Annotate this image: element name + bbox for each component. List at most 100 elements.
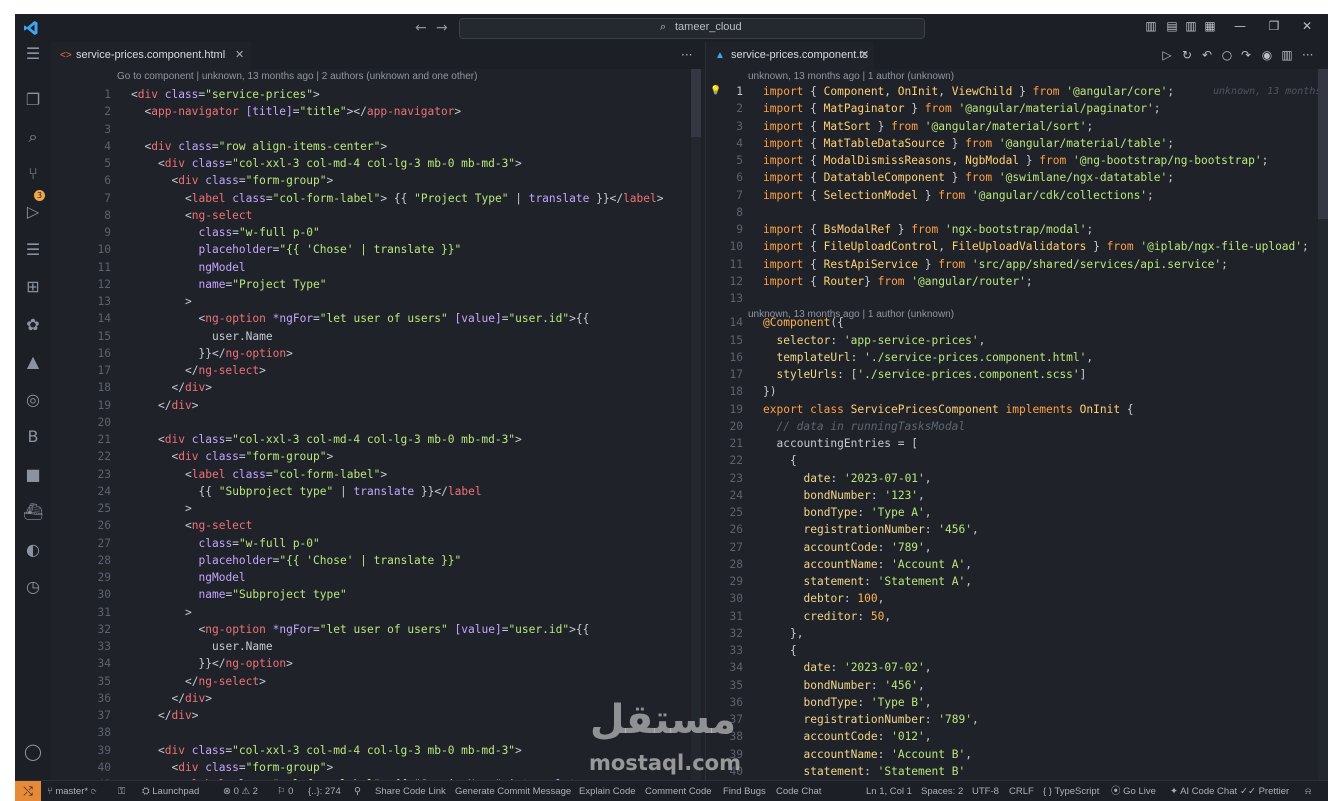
scrollbar-thumb[interactable] [1318,69,1328,219]
explain-code[interactable]: Explain Code [579,781,636,801]
ports-indicator[interactable]: ⚐ 0 [277,781,293,801]
more-actions-icon[interactable]: ··· [681,42,692,69]
code-line[interactable]: 18 </div> [51,379,705,396]
go-live[interactable]: ⦿ Go Live [1111,781,1156,801]
code-line[interactable]: 15 selector: 'app-service-prices', [706,332,1328,349]
code-line[interactable]: 26 <ng-select [51,517,705,534]
generate-commit-message[interactable]: Generate Commit Message [455,781,571,801]
comment-code[interactable]: Comment Code [645,781,712,801]
code-line[interactable]: 35 </ng-select> [51,673,705,690]
html-editor[interactable]: Go to component | unknown, 13 months ago… [51,69,705,780]
testing-icon[interactable]: ☰ [23,240,43,260]
code-line[interactable]: 34 date: '2023-07-02', [706,659,1328,676]
code-line[interactable]: 15 user.Name [51,328,705,345]
code-line[interactable]: 27 accountCode: '789', [706,539,1328,556]
back-arrow-icon[interactable]: ← [415,19,427,37]
code-line[interactable]: 12 name="Project Type" [51,276,705,293]
code-line[interactable]: 23 <label class="col-form-label"> [51,466,705,483]
code-line[interactable]: 36 bondType: 'Type B', [706,694,1328,711]
minimize-icon[interactable]: — [1233,19,1247,33]
docker-icon[interactable]: ⛴ [23,502,43,522]
code-line[interactable]: 19 </div> [51,397,705,414]
split-editor-icon[interactable]: ▥ [1280,48,1294,62]
launchpad[interactable]: ⛭ Launchpad [142,781,199,801]
code-line[interactable]: 4 <div class="row align-items-center"> [51,138,705,155]
code-line[interactable]: 20 // data in runningTasksModal [706,418,1328,435]
close-tab-icon[interactable]: ✕ [860,42,869,69]
code-line[interactable]: 6 import { DatatableComponent } from '@sw… [706,169,1328,186]
code-line[interactable]: 27 class="w-full p-0" [51,535,705,552]
code-line[interactable]: 14 <ng-option *ngFor="let user of users"… [51,310,705,327]
bookmarks-icon[interactable]: B [23,427,43,447]
previous-change-icon[interactable]: ↶ [1200,48,1214,62]
tab-service-prices-ts[interactable]: ▲ service-prices.component.ts ✕ [706,42,874,69]
code-line[interactable]: 4 import { MatTableDataSource } from '@an… [706,135,1328,152]
code-line[interactable]: 25 bondType: 'Type A', [706,504,1328,521]
code-line[interactable]: 40 <div class="form-group"> [51,759,705,776]
video-icon[interactable]: ■ [23,465,43,485]
code-line[interactable]: 22 { [706,452,1328,469]
toggle-secondary-sidebar-icon[interactable]: ▥ [1184,19,1198,33]
code-line[interactable]: 33 user.Name [51,638,705,655]
code-line[interactable]: 8 [706,204,1328,221]
cursor-position[interactable]: Ln 1, Col 1 [866,781,912,801]
code-line[interactable]: 10 import { FileUploadControl, FileUpload… [706,238,1328,255]
compare-icon[interactable]: ○ [1220,48,1234,62]
code-chat[interactable]: Code Chat [776,781,821,801]
run-debug-icon[interactable]: ▷ [23,202,43,222]
ts-editor[interactable]: unknown, 13 months ago | 1 author (unkno… [706,69,1328,780]
close-icon[interactable]: ✕ [1300,19,1314,33]
code-line[interactable]: 3 import { MatSort } from '@angular/mater… [706,118,1328,135]
history-icon[interactable]: ↻ [1180,48,1194,62]
code-line[interactable]: 31 > [51,604,705,621]
code-line[interactable]: 16 templateUrl: './service-prices.compon… [706,349,1328,366]
code-line[interactable]: 32 <ng-option *ngFor="let user of users"… [51,621,705,638]
pin-icon[interactable]: ⚲ [354,781,361,801]
language-mode[interactable]: { } TypeScript [1043,781,1099,801]
scrollbar[interactable] [691,69,701,780]
code-line[interactable]: 28 accountName: 'Account A', [706,556,1328,573]
code-line[interactable]: 38 accountCode: '012', [706,728,1328,745]
angular-icon[interactable]: ▲ [23,352,43,372]
tab-service-prices-html[interactable]: <> service-prices.component.html ✕ [51,42,251,69]
code-line[interactable]: 5 <div class="col-xxl-3 col-md-4 col-lg-… [51,155,705,172]
files-icon[interactable]: ❐ [23,90,43,110]
codelens[interactable]: Go to component | unknown, 13 months ago… [117,69,477,84]
code-line[interactable]: 30 debtor: 100, [706,590,1328,607]
code-line[interactable]: 33 { [706,642,1328,659]
command-center-search[interactable]: ⌕ tameer_cloud [459,18,925,39]
scrollbar-thumb[interactable] [691,69,701,137]
code-line[interactable]: 30 name="Subproject type" [51,586,705,603]
search-icon[interactable]: ⌕ [23,127,43,147]
code-line[interactable]: 17 styleUrls: ['./service-prices.compone… [706,366,1328,383]
code-line[interactable]: 20 [51,414,705,431]
find-bugs[interactable]: Find Bugs [723,781,766,801]
notifications-bell-icon[interactable]: ⍾ [1305,781,1311,801]
code-line[interactable]: 17 </ng-select> [51,362,705,379]
close-tab-icon[interactable]: ✕ [235,42,244,69]
remote-icon[interactable]: ◐ [23,540,43,560]
restore-icon[interactable]: ❐ [1267,19,1281,33]
code-line[interactable]: 16 }}</ng-option> [51,345,705,362]
forward-arrow-icon[interactable]: → [436,19,448,37]
code-line[interactable]: 23 date: '2023-07-01', [706,470,1328,487]
code-line[interactable]: 39 <div class="col-xxl-3 col-md-4 col-lg… [51,742,705,759]
code-line[interactable]: 14 @Component({ [706,314,1328,331]
code-line[interactable]: 31 creditor: 50, [706,608,1328,625]
extensions-icon[interactable]: ⊞ [23,277,43,297]
code-line[interactable]: 1 import { Component, OnInit, ViewChild }… [706,83,1328,100]
code-line[interactable]: 3 [51,121,705,138]
toggle-primary-sidebar-icon[interactable]: ▥ [1144,19,1158,33]
code-line[interactable]: 6 <div class="form-group"> [51,172,705,189]
code-line[interactable]: 7 <label class="col-form-label"> {{ "Pro… [51,190,705,207]
code-line[interactable]: 34 }}</ng-option> [51,655,705,672]
code-line[interactable]: 12 import { Router} from '@angular/router… [706,273,1328,290]
code-line[interactable]: 37 registrationNumber: '789', [706,711,1328,728]
code-line[interactable]: 38 [51,724,705,741]
lightbulb-icon[interactable]: 💡 [710,83,721,100]
menu-icon[interactable]: ☰ [23,44,43,64]
source-control-icon[interactable]: ⑂ [23,164,43,184]
customize-layout-icon[interactable]: ▦ [1203,19,1217,33]
code-line[interactable]: 11 import { RestApiService } from 'src/ap… [706,256,1328,273]
sync-icon[interactable]: ⚿ [118,781,125,801]
